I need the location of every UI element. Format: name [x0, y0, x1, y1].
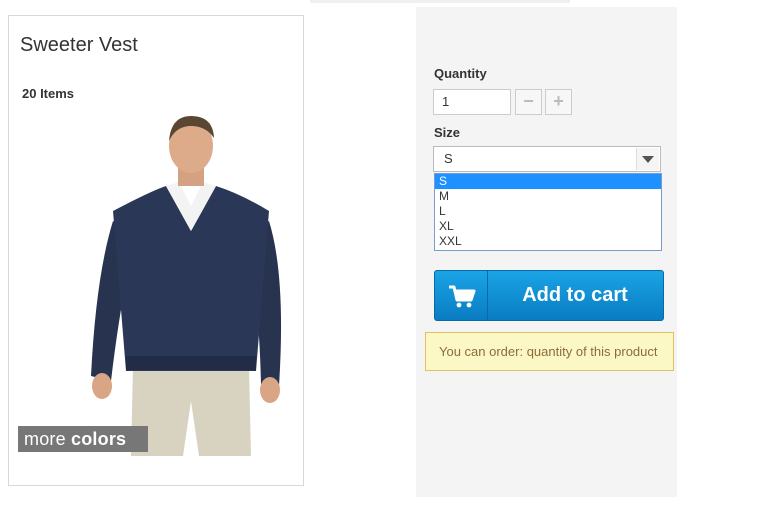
quantity-increase-button[interactable]: + — [545, 89, 572, 115]
top-divider — [310, 0, 570, 3]
size-selected-value: S — [444, 151, 453, 166]
size-label: Size — [434, 125, 461, 140]
item-count: 20 Items — [22, 86, 75, 101]
chevron-down-icon[interactable] — [636, 148, 659, 170]
quantity-label: Quantity — [434, 66, 487, 81]
product-image[interactable] — [91, 116, 291, 456]
size-option-m[interactable]: M — [435, 189, 661, 204]
size-option-xxl[interactable]: XXL — [435, 234, 661, 249]
order-panel: Quantity 1 − + Size S S M L XL XXL Add t… — [416, 7, 677, 497]
shopping-cart-icon — [449, 285, 476, 308]
more-colors-light: more — [24, 429, 72, 449]
add-to-cart-button[interactable]: Add to cart — [434, 270, 664, 321]
size-option-xl[interactable]: XL — [435, 219, 661, 234]
more-colors-badge[interactable]: more colors — [18, 426, 148, 452]
quantity-decrease-button[interactable]: − — [515, 89, 542, 115]
size-dropdown-list[interactable]: S M L XL XXL — [434, 173, 662, 251]
add-to-cart-label: Add to cart — [522, 284, 628, 306]
size-option-l[interactable]: L — [435, 204, 661, 219]
product-card: Sweeter Vest 20 Items more colors — [8, 15, 304, 486]
quantity-input[interactable]: 1 — [433, 89, 511, 115]
product-title: Sweeter Vest — [20, 34, 138, 56]
cart-icon-area — [435, 271, 488, 320]
more-colors-bold: colors — [71, 429, 127, 449]
size-option-s[interactable]: S — [435, 174, 661, 189]
size-select[interactable]: S — [433, 146, 661, 172]
order-notice: You can order: quantity of this product — [425, 332, 674, 371]
